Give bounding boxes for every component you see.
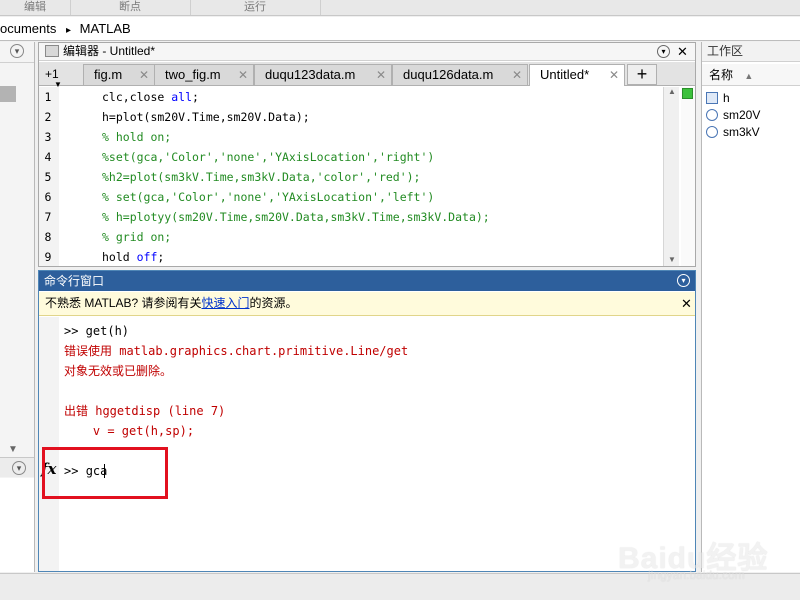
tab-duqu126data-m[interactable]: duqu126data.m ✕ (392, 64, 528, 85)
path-segment-matlab[interactable]: MATLAB (80, 17, 131, 40)
line-number: 1 (44, 90, 52, 104)
toolstrip-sections: 编辑 断点 运行 (0, 0, 800, 16)
details-header: ▾ (0, 457, 34, 477)
line-number: 3 (44, 130, 52, 144)
editor-panel: 编辑器 - Untitled* ▾ ✕ +1 ▼ fig.m ✕ two_fig.m… (38, 42, 696, 267)
banner-text-suffix: 的资源。 (249, 296, 298, 310)
workspace-name-column-header[interactable]: 名称 ▲ (702, 64, 800, 86)
code-text: % h=plotyy(sm20V.Time,sm20V.Data,sm3kV.T… (102, 210, 490, 224)
line-number: 4 (44, 150, 52, 164)
add-tab-button[interactable]: + (627, 64, 657, 85)
command-window-title: 命令行窗口 (44, 274, 105, 288)
workspace-variable-row[interactable]: sm20V (702, 107, 800, 124)
watermark-logo: Baidu经验 jingyan.baidu.com (608, 518, 798, 588)
scroll-down-icon[interactable]: ▼ (8, 444, 18, 455)
line-number: 6 (44, 190, 52, 204)
workspace-variable-row[interactable]: sm3kV (702, 124, 800, 141)
getting-started-link[interactable]: 快速入门 (201, 296, 249, 310)
command-window-menu-icon[interactable]: ▾ (677, 274, 690, 287)
code-text: % grid on; (102, 230, 172, 244)
tab-close-icon[interactable]: ✕ (139, 65, 149, 85)
tab-label: Untitled* (540, 67, 590, 82)
current-folder-panel: ▾ ▼ ▾ (0, 42, 35, 572)
editor-tab-strip: +1 ▼ fig.m ✕ two_fig.m ✕ duqu123data.m ✕ duq… (39, 62, 695, 89)
timeseries-icon (706, 109, 718, 121)
command-history-line: >> get(h) (64, 324, 130, 338)
tab-label: two_fig.m (165, 67, 221, 82)
workspace-variable-row[interactable]: h (702, 90, 800, 107)
editor-title: 编辑器 - Untitled* (63, 44, 156, 58)
tab-close-icon[interactable]: ✕ (609, 65, 619, 85)
getting-started-banner: 不熟悉 MATLAB? 请参阅有关快速入门的资源。 ✕ (39, 292, 695, 316)
line-number: 9 (44, 250, 52, 264)
sort-ascending-icon: ▲ (744, 71, 754, 81)
command-window-panel: 命令行窗口 ▾ 不熟悉 MATLAB? 请参阅有关快速入门的资源。 ✕ >> g… (38, 270, 696, 572)
details-menu-icon[interactable]: ▾ (12, 461, 26, 475)
editor-titlebar: 编辑器 - Untitled* ▾ ✕ (39, 43, 695, 61)
line-number: 8 (44, 230, 52, 244)
analyzer-status-icon[interactable] (682, 88, 693, 99)
tab-overflow-indicator[interactable]: +1 ▼ (45, 65, 77, 89)
editor-close-icon[interactable]: ✕ (677, 43, 688, 60)
workspace-panel: 工作区 名称 ▲ h sm20V sm3kV (701, 42, 800, 572)
divider (0, 62, 34, 63)
tab-untitled[interactable]: Untitled* ✕ (529, 64, 625, 86)
scroll-down-icon[interactable]: ▼ (668, 255, 676, 264)
tab-two-fig-m[interactable]: two_fig.m ✕ (154, 64, 254, 85)
code-text: h=plot(sm20V.Time,sm20V.Data); (102, 110, 310, 124)
error-message-line: 错误使用 matlab.graphics.chart.primitive.Lin… (64, 344, 409, 358)
tab-fig-m[interactable]: fig.m ✕ (83, 64, 155, 85)
panel-menu-icon[interactable]: ▾ (10, 44, 24, 58)
code-text: %h2=plot(sm3kV.Time,sm3kV.Data,'color','… (102, 170, 421, 184)
line-number: 7 (44, 210, 52, 224)
timeseries-icon (706, 126, 718, 138)
watermark-subtext: jingyan.baidu.com (648, 568, 745, 582)
command-window-titlebar: 命令行窗口 ▾ (39, 271, 695, 291)
code-text: % hold on; (102, 130, 172, 144)
code-text: % set(gca,'Color','none','YAxisLocation'… (102, 190, 435, 204)
editor-vertical-scrollbar[interactable]: ▲ ▼ (663, 87, 679, 266)
error-message-line: 对象无效或已删除。 (64, 364, 173, 378)
command-output[interactable]: >> get(h) 错误使用 matlab.graphics.chart.pri… (39, 317, 695, 571)
current-folder-path[interactable]: ocuments ▸ MATLAB (0, 17, 800, 41)
banner-text: 不熟悉 MATLAB? 请参阅有关 (45, 296, 202, 310)
text-cursor (104, 464, 105, 478)
section-edit[interactable]: 编辑 (0, 0, 71, 15)
tab-label: duqu123data.m (265, 67, 356, 82)
code-analyzer-bar (681, 87, 695, 266)
details-pane (0, 478, 34, 572)
variable-name: sm20V (723, 108, 761, 122)
section-run[interactable]: 运行 (190, 0, 321, 15)
variable-name: sm3kV (723, 125, 760, 139)
code-text: %set(gca,'Color','none','YAxisLocation',… (102, 150, 435, 164)
code-text: clc,close all; (102, 90, 199, 104)
variable-name: h (723, 91, 730, 105)
code-text: hold off; (102, 250, 165, 264)
tab-close-icon[interactable]: ✕ (376, 65, 386, 85)
code-area[interactable]: 1 clc,close all; 2 h=plot(sm20V.Time,sm20V… (39, 87, 679, 266)
command-gutter (39, 317, 59, 571)
line-number: 5 (44, 170, 52, 184)
editor-menu-icon[interactable]: ▾ (657, 45, 670, 58)
workspace-title: 工作区 (702, 42, 800, 62)
path-separator-icon: ▸ (66, 25, 72, 36)
error-location-line: 出错 hggetdisp (line 7) (64, 404, 226, 418)
editor-app-icon (45, 45, 59, 57)
path-segment-documents[interactable]: ocuments (0, 17, 56, 40)
tab-close-icon[interactable]: ✕ (512, 65, 522, 85)
banner-close-icon[interactable]: ✕ (681, 292, 692, 315)
tab-label: fig.m (94, 67, 123, 82)
line-number: 2 (44, 110, 52, 124)
tab-label: duqu126data.m (403, 67, 494, 82)
tab-close-icon[interactable]: ✕ (238, 65, 248, 85)
annotation-highlight-box (42, 447, 168, 499)
variable-icon (706, 92, 718, 104)
scroll-up-icon[interactable]: ▲ (668, 87, 676, 96)
error-source-line: v = get(h,sp); (64, 424, 195, 438)
scrollbar-thumb[interactable] (0, 86, 16, 102)
column-label: 名称 (709, 68, 734, 82)
tab-duqu123data-m[interactable]: duqu123data.m ✕ (254, 64, 392, 85)
section-breakpoints[interactable]: 断点 (70, 0, 191, 15)
